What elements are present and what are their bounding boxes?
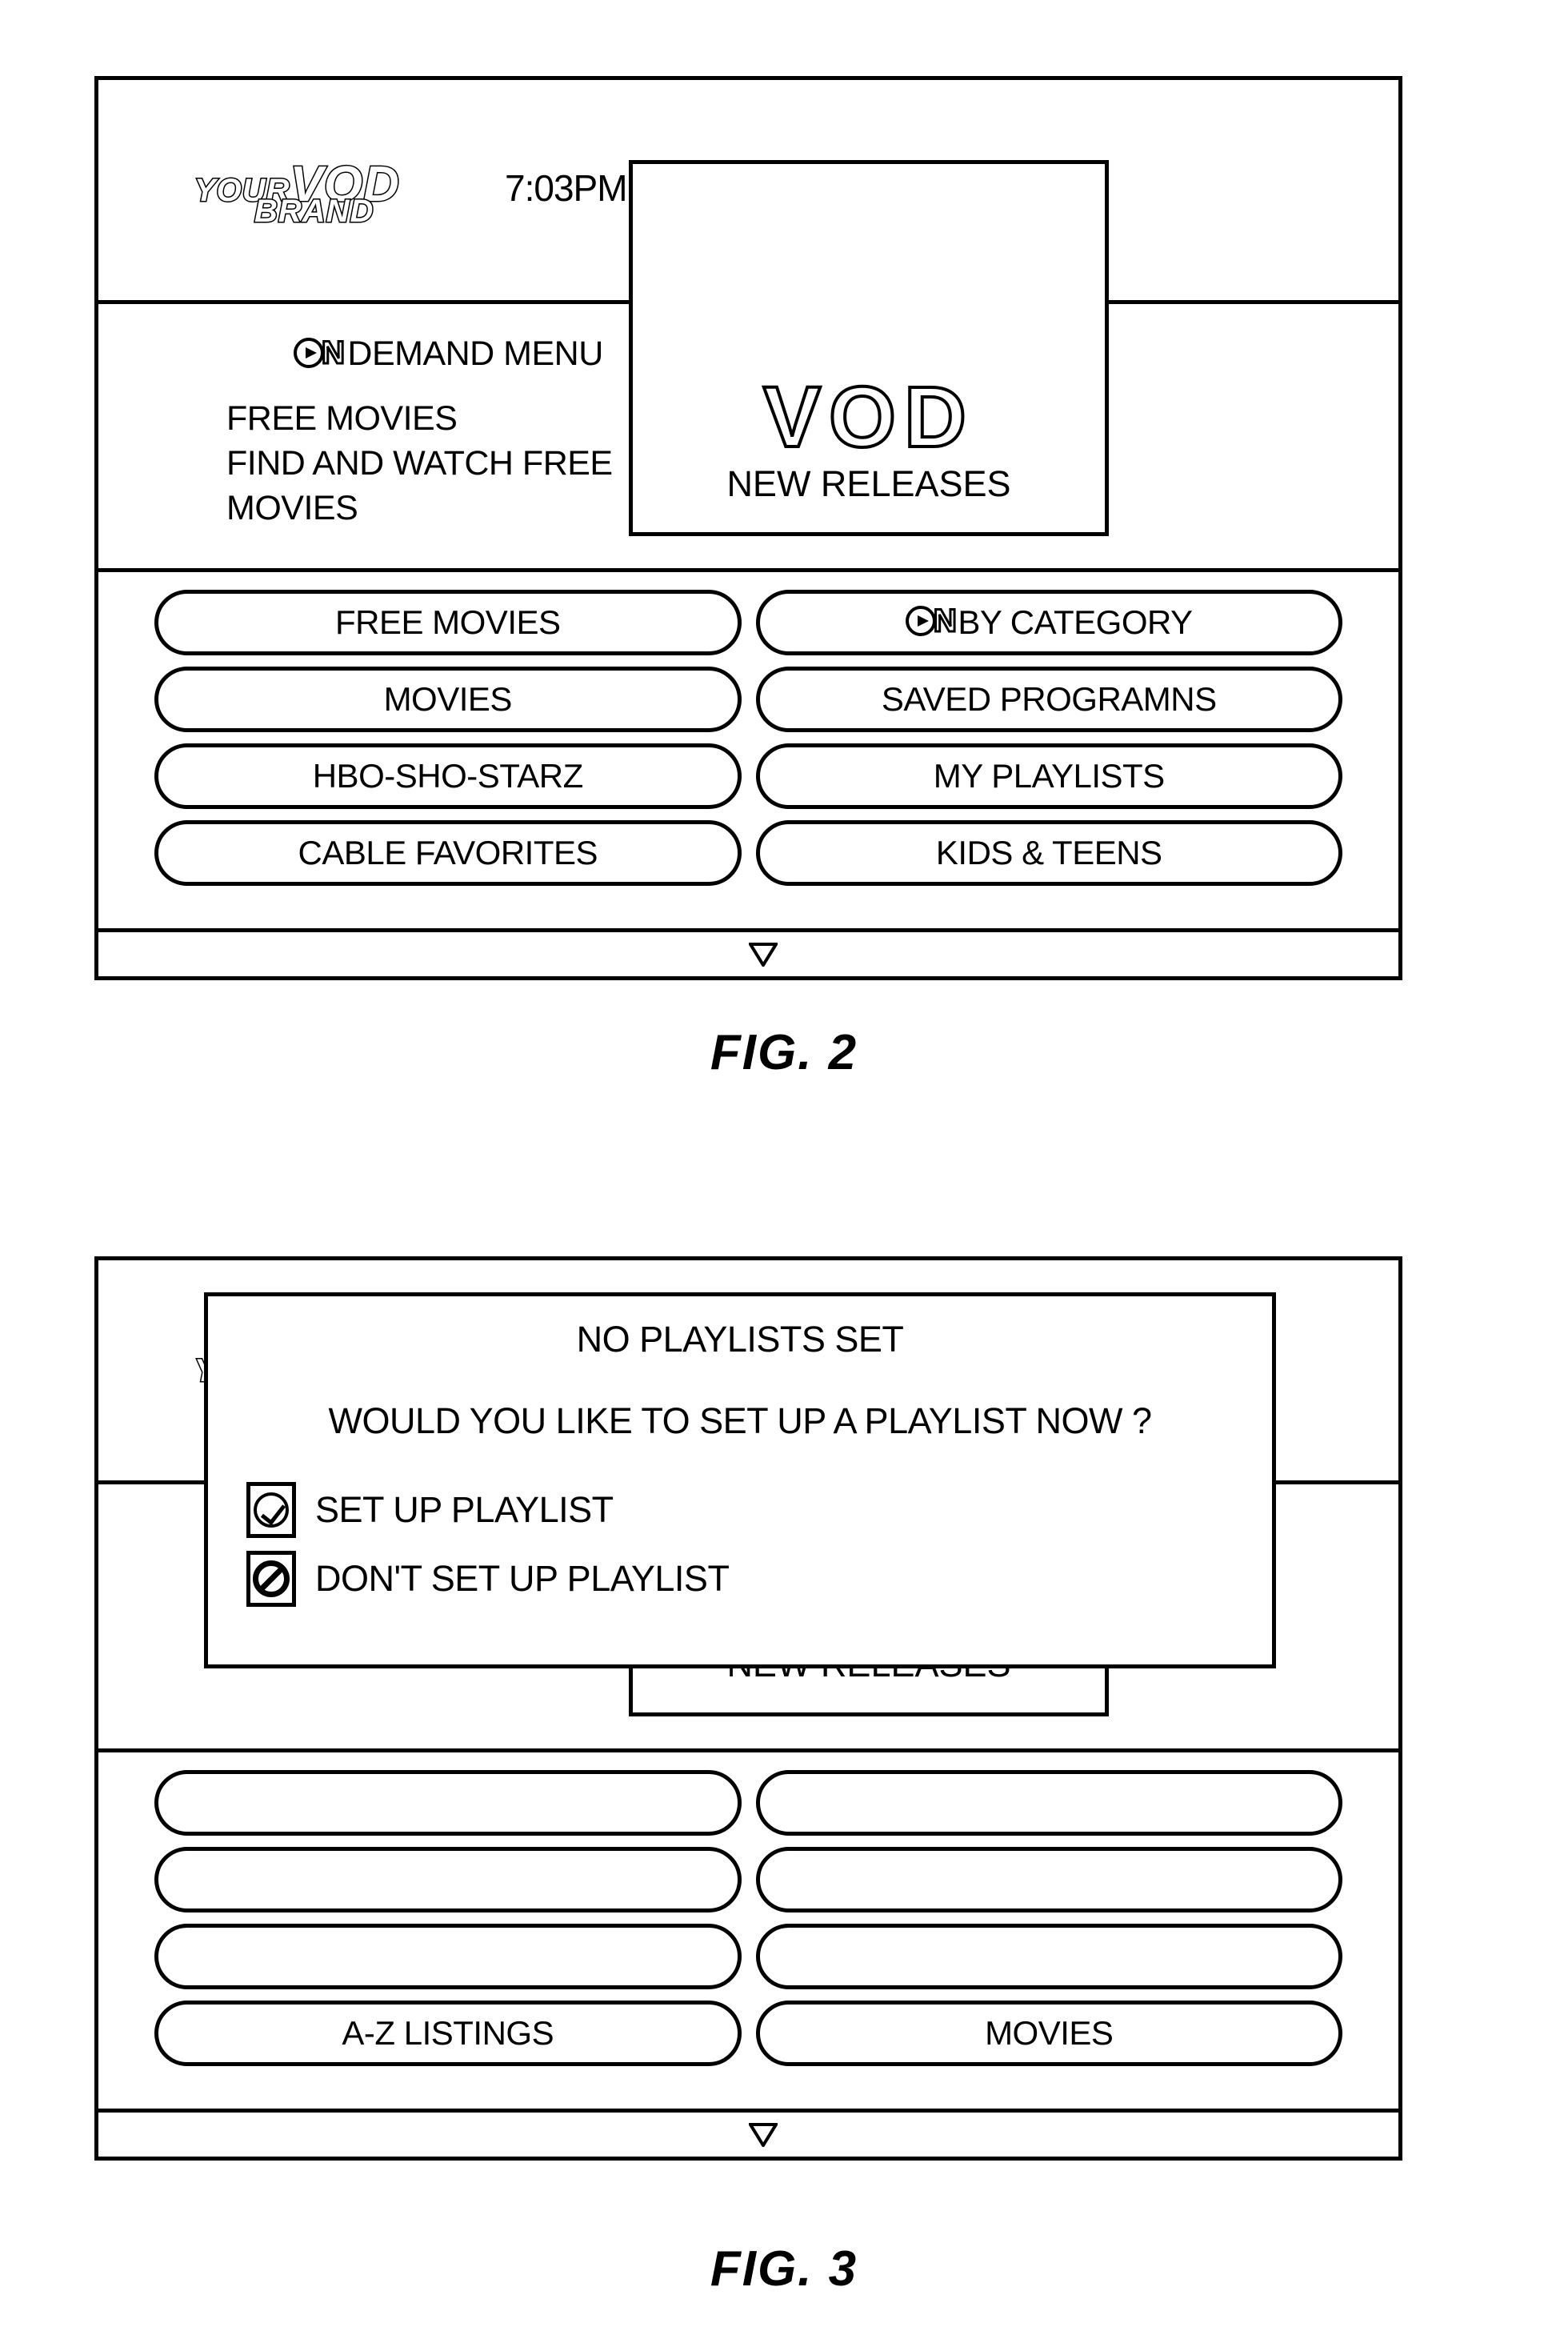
- dialog-question: WOULD YOU LIKE TO SET UP A PLAYLIST NOW …: [328, 1400, 1152, 1441]
- menu-button-my-playlists[interactable]: MY PLAYLISTS: [755, 743, 1342, 809]
- dialog-option-dont-set-up-playlist[interactable]: DON'T SET UP PLAYLIST: [246, 1544, 1272, 1613]
- dialog-title: NO PLAYLISTS SET: [576, 1319, 904, 1360]
- program-description: FREE MOVIES FIND AND WATCH FREE MOVIES: [226, 396, 642, 531]
- figure-3-caption: FIG. 3: [710, 2241, 858, 2297]
- on-play-logo-icon: N: [294, 335, 346, 370]
- menu-button-label: FREE MOVIES: [334, 603, 561, 641]
- menu-button-label: MY PLAYLISTS: [933, 757, 1165, 795]
- menu-button-row2-right[interactable]: [755, 1847, 1342, 1912]
- menu-button-hbo-sho-starz[interactable]: HBO-SHO-STARZ: [154, 743, 742, 809]
- check-circle-icon: [246, 1482, 296, 1538]
- menu-button-label: MOVIES: [985, 2014, 1114, 2052]
- dialog-option-label: DON'T SET UP PLAYLIST: [315, 1558, 730, 1599]
- menu-button-row2-left[interactable]: [154, 1847, 742, 1912]
- menu-button-kids-and-teens[interactable]: KIDS & TEENS: [755, 820, 1342, 886]
- prohibited-icon: [246, 1551, 296, 1607]
- menu-button-grid: FREE MOVIES N BY CATEGORY MOVIES SAVED P…: [98, 590, 1398, 886]
- video-preview-window[interactable]: VOD NEW RELEASES: [629, 160, 1109, 536]
- on-play-logo-icon: N: [905, 604, 958, 639]
- menu-button-row3-right[interactable]: [755, 1924, 1342, 1989]
- description-line-1: FREE MOVIES: [226, 399, 458, 438]
- menu-button-cable-favorites[interactable]: CABLE FAVORITES: [154, 820, 742, 886]
- preview-subtitle: NEW RELEASES: [726, 463, 1011, 504]
- figure-2: YOURVOD BRAND 7:03PM N DEMAND MENU FREE …: [0, 0, 1568, 1144]
- menu-button-label: SAVED PROGRAMNS: [881, 680, 1217, 718]
- menu-button-label: KIDS & TEENS: [935, 834, 1162, 871]
- menu-button-grid: A-Z LISTINGS MOVIES: [98, 1770, 1398, 2066]
- patent-drawing-sheet: YOURVOD BRAND 7:03PM N DEMAND MENU FREE …: [0, 0, 1568, 2347]
- menu-button-label: BY CATEGORY: [958, 603, 1193, 641]
- menu-button-grid-band: FREE MOVIES N BY CATEGORY MOVIES SAVED P…: [98, 572, 1398, 968]
- clock: 7:03PM: [505, 167, 628, 209]
- menu-button-row1-right[interactable]: [755, 1770, 1342, 1836]
- description-line-2: FIND AND WATCH FREE: [226, 444, 613, 483]
- preview-vod-logo: VOD: [762, 368, 975, 465]
- dialog-options: SET UP PLAYLIST DON'T SET UP PLAYLIST: [208, 1476, 1272, 1613]
- brand-logo: YOURVOD BRAND: [194, 156, 490, 252]
- brand-brand-text: BRAND: [253, 193, 374, 230]
- menu-button-a-z-listings[interactable]: A-Z LISTINGS: [154, 2001, 742, 2066]
- menu-button-label: A-Z LISTINGS: [342, 2014, 554, 2052]
- menu-button-movies[interactable]: MOVIES: [755, 2001, 1342, 2066]
- figure-2-caption: FIG. 2: [710, 1025, 858, 1080]
- dialog-option-set-up-playlist[interactable]: SET UP PLAYLIST: [246, 1476, 1272, 1544]
- menu-button-movies[interactable]: MOVIES: [154, 667, 742, 732]
- dialog-option-label: SET UP PLAYLIST: [315, 1489, 614, 1530]
- triangle-down-icon: [746, 2123, 779, 2149]
- header-divider-right: [1109, 300, 1402, 304]
- menu-button-row3-left[interactable]: [154, 1924, 742, 1989]
- menu-button-by-category[interactable]: N BY CATEGORY: [755, 590, 1342, 655]
- no-playlists-dialog[interactable]: NO PLAYLISTS SET WOULD YOU LIKE TO SET U…: [204, 1292, 1276, 1668]
- menu-button-free-movies[interactable]: FREE MOVIES: [154, 590, 742, 655]
- description-line-3: MOVIES: [226, 489, 358, 527]
- menu-button-grid-band: A-Z LISTINGS MOVIES: [98, 1752, 1398, 2149]
- menu-button-row1-left[interactable]: [154, 1770, 742, 1836]
- menu-button-label: MOVIES: [383, 680, 513, 718]
- on-demand-menu-title: N DEMAND MENU: [294, 334, 603, 374]
- menu-button-label: CABLE FAVORITES: [298, 834, 598, 871]
- triangle-down-icon: [746, 943, 779, 968]
- menu-button-label: HBO-SHO-STARZ: [312, 757, 584, 795]
- tv-screen-fig2: YOURVOD BRAND 7:03PM N DEMAND MENU FREE …: [94, 76, 1402, 980]
- on-demand-menu-label: DEMAND MENU: [347, 334, 603, 373]
- menu-button-saved-programs[interactable]: SAVED PROGRAMNS: [755, 667, 1342, 732]
